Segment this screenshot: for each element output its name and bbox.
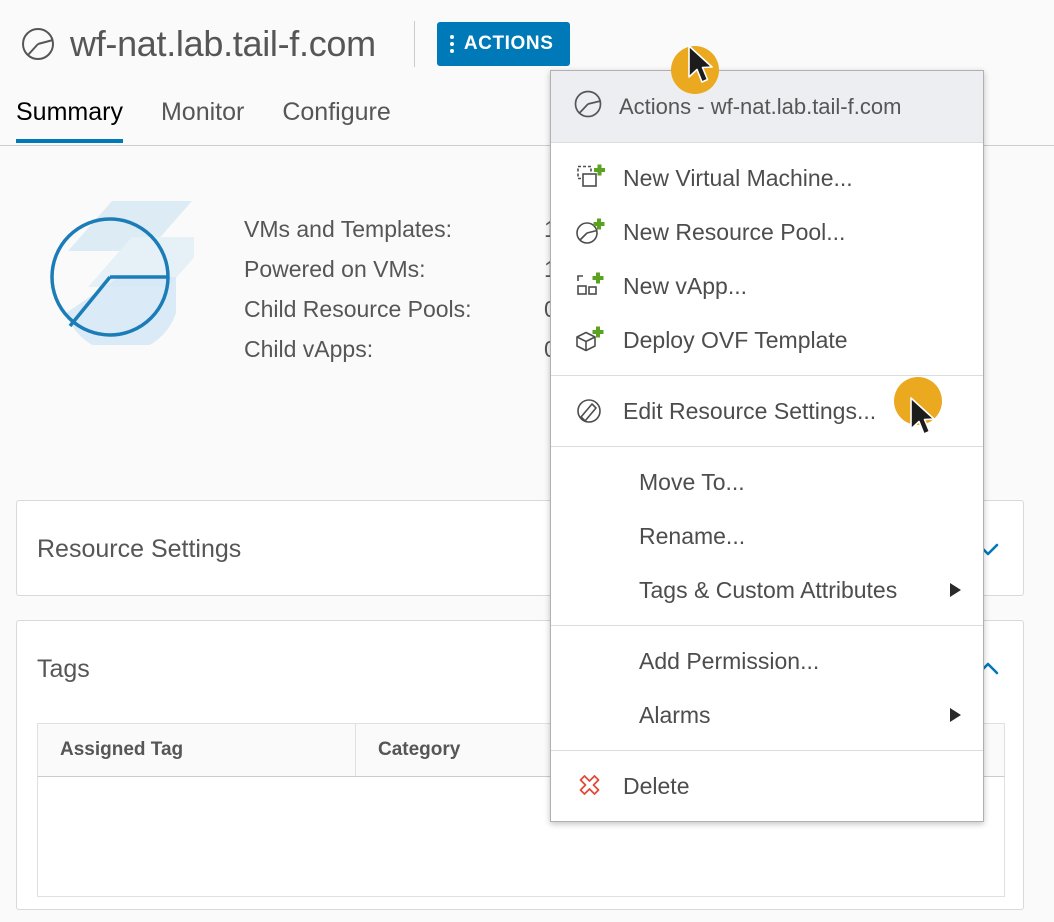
submenu-arrow-icon — [950, 583, 961, 597]
summary-stats: VMs and Templates: 1 Powered on VMs: 1 C… — [244, 209, 557, 369]
delete-icon — [573, 771, 607, 801]
edit-resource-settings-icon — [573, 396, 607, 426]
menu-group-delete: Delete — [551, 750, 983, 821]
stat-label: VMs and Templates: — [244, 209, 544, 249]
stat-label: Powered on VMs: — [244, 249, 544, 289]
stat-label: Child vApps: — [244, 329, 544, 369]
menu-item-deploy-ovf-template[interactable]: Deploy OVF Template — [551, 313, 983, 367]
menu-item-label: New Resource Pool... — [623, 219, 845, 246]
menu-item-label: New vApp... — [623, 273, 747, 300]
menu-item-move-to[interactable]: Move To... — [551, 455, 983, 509]
menu-item-label: Deploy OVF Template — [623, 327, 848, 354]
menu-group-create: New Virtual Machine... New Resource Pool… — [551, 143, 983, 375]
menu-item-new-vapp[interactable]: New vApp... — [551, 259, 983, 313]
menu-item-add-permission[interactable]: Add Permission... — [551, 634, 983, 688]
menu-item-label: Rename... — [639, 523, 745, 550]
stat-row: Child Resource Pools: 0 — [244, 289, 557, 329]
stat-row: Powered on VMs: 1 — [244, 249, 557, 289]
menu-item-label: Delete — [623, 773, 689, 800]
resource-pool-icon — [20, 26, 56, 62]
menu-item-label: Move To... — [639, 469, 745, 496]
new-virtual-machine-icon — [573, 163, 607, 193]
actions-menu-header: Actions - wf-nat.lab.tail-f.com — [551, 71, 983, 143]
resource-pool-illustration — [44, 195, 194, 345]
submenu-arrow-icon — [950, 708, 961, 722]
menu-group-edit: Edit Resource Settings... — [551, 375, 983, 446]
tab-monitor-label: Monitor — [161, 98, 244, 126]
kebab-menu-icon — [450, 35, 454, 53]
tab-summary[interactable]: Summary — [16, 88, 123, 143]
title-divider — [414, 21, 415, 67]
tab-summary-label: Summary — [16, 98, 123, 126]
menu-group-permissions-alarms: Add Permission... Alarms — [551, 625, 983, 750]
menu-item-alarms[interactable]: Alarms — [551, 688, 983, 742]
page-root: wf-nat.lab.tail-f.com ACTIONS Summary Mo… — [0, 0, 1054, 922]
stat-row: VMs and Templates: 1 — [244, 209, 557, 249]
deploy-ovf-template-icon — [573, 325, 607, 355]
resource-settings-card-title: Resource Settings — [37, 535, 241, 564]
new-vapp-icon — [573, 271, 607, 301]
menu-item-tags-custom-attributes[interactable]: Tags & Custom Attributes — [551, 563, 983, 617]
menu-item-label: Tags & Custom Attributes — [639, 577, 897, 604]
actions-button-label: ACTIONS — [464, 33, 554, 55]
resource-pool-icon — [573, 89, 603, 124]
menu-item-label: Edit Resource Settings... — [623, 398, 876, 425]
actions-dropdown-menu: Actions - wf-nat.lab.tail-f.com — [550, 70, 984, 822]
stat-row: Child vApps: 0 — [244, 329, 557, 369]
menu-item-new-virtual-machine[interactable]: New Virtual Machine... — [551, 151, 983, 205]
column-header-assigned-tag[interactable]: Assigned Tag — [38, 724, 356, 776]
tags-card-title: Tags — [37, 655, 90, 684]
new-resource-pool-icon — [573, 217, 607, 247]
menu-item-edit-resource-settings[interactable]: Edit Resource Settings... — [551, 384, 983, 438]
actions-menu-header-text: Actions - wf-nat.lab.tail-f.com — [619, 94, 901, 120]
menu-item-delete[interactable]: Delete — [551, 759, 983, 813]
menu-item-label: Add Permission... — [639, 648, 819, 675]
actions-button[interactable]: ACTIONS — [437, 22, 570, 66]
page-title: wf-nat.lab.tail-f.com — [70, 23, 376, 65]
tab-configure-label: Configure — [282, 98, 390, 126]
tab-configure[interactable]: Configure — [282, 88, 390, 143]
stat-label: Child Resource Pools: — [244, 289, 544, 329]
menu-item-label: Alarms — [639, 702, 711, 729]
menu-item-label: New Virtual Machine... — [623, 165, 853, 192]
tab-monitor[interactable]: Monitor — [161, 88, 244, 143]
menu-item-new-resource-pool[interactable]: New Resource Pool... — [551, 205, 983, 259]
menu-group-organize: Move To... Rename... Tags & Custom Attri… — [551, 446, 983, 625]
menu-item-rename[interactable]: Rename... — [551, 509, 983, 563]
